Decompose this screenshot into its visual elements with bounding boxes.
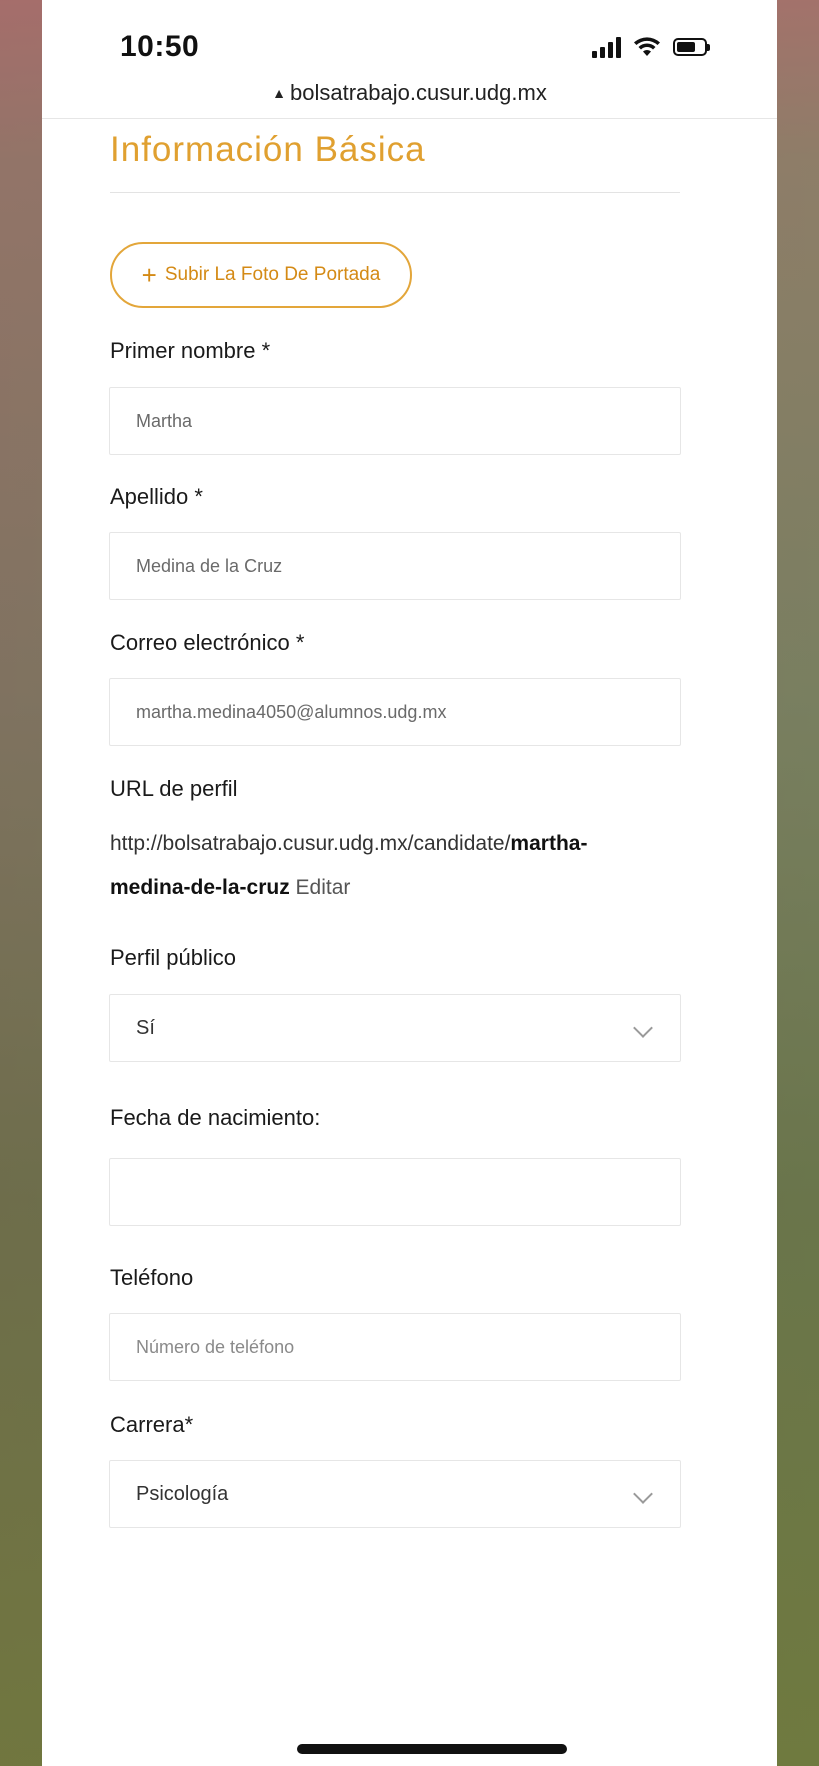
edit-profile-url-link[interactable]: Editar: [296, 876, 351, 899]
last-name-input[interactable]: Medina de la Cruz: [109, 532, 681, 600]
career-label: Carrera*: [110, 1412, 194, 1437]
battery-icon: [673, 38, 710, 56]
title-divider: [110, 192, 680, 193]
last-name-label: Apellido *: [110, 484, 203, 509]
signal-icon: [592, 36, 621, 58]
birth-date-label: Fecha de nacimiento:: [110, 1105, 321, 1130]
email-value: martha.medina4050@alumnos.udg.mx: [136, 701, 447, 722]
chevron-down-icon: [633, 1484, 653, 1504]
profile-url-prefix: http://bolsatrabajo.cusur.udg.mx/candida…: [110, 832, 511, 855]
url-divider: [42, 118, 777, 119]
first-name-value: Martha: [136, 410, 193, 431]
phone-input[interactable]: Número de teléfono: [109, 1313, 681, 1381]
browser-url: bolsatrabajo.cusur.udg.mx: [290, 80, 547, 105]
upload-cover-photo-button[interactable]: + Subir La Foto De Portada: [110, 242, 412, 308]
career-value: Psicología: [136, 1482, 229, 1505]
first-name-label: Primer nombre *: [110, 338, 271, 363]
email-label: Correo electrónico *: [110, 630, 305, 655]
upload-cover-photo-label: Subir La Foto De Portada: [164, 264, 381, 285]
lock-icon: ▲: [272, 85, 287, 101]
career-select[interactable]: Psicología: [109, 1460, 681, 1528]
page-card: 10:50 ▲ bolsatrabajo.cusur.udg.mx Informa…: [42, 0, 777, 1766]
public-profile-select[interactable]: Sí: [109, 994, 681, 1062]
public-profile-value: Sí: [136, 1016, 155, 1039]
wifi-icon: [634, 37, 660, 56]
browser-url-bar[interactable]: ▲ bolsatrabajo.cusur.udg.mx: [42, 80, 777, 106]
profile-url-slug-part2: medina-de-la-cruz: [110, 876, 290, 899]
status-icons: [592, 34, 710, 60]
chevron-down-icon: [633, 1018, 653, 1038]
profile-url-label: URL de perfil: [110, 776, 238, 801]
first-name-input[interactable]: Martha: [109, 387, 681, 455]
profile-url-slug-part1: martha-: [510, 832, 588, 855]
status-time: 10:50: [120, 30, 200, 63]
phone-placeholder: Número de teléfono: [136, 1336, 295, 1357]
public-profile-label: Perfil público: [110, 945, 236, 970]
home-indicator: [297, 1744, 567, 1754]
birth-date-input[interactable]: [109, 1158, 681, 1226]
phone-label: Teléfono: [110, 1265, 194, 1290]
email-input[interactable]: martha.medina4050@alumnos.udg.mx: [109, 678, 681, 746]
profile-url-text: http://bolsatrabajo.cusur.udg.mx/candida…: [110, 822, 700, 910]
plus-icon: +: [141, 260, 157, 290]
last-name-value: Medina de la Cruz: [136, 555, 283, 576]
section-title: Información Básica: [110, 130, 426, 169]
